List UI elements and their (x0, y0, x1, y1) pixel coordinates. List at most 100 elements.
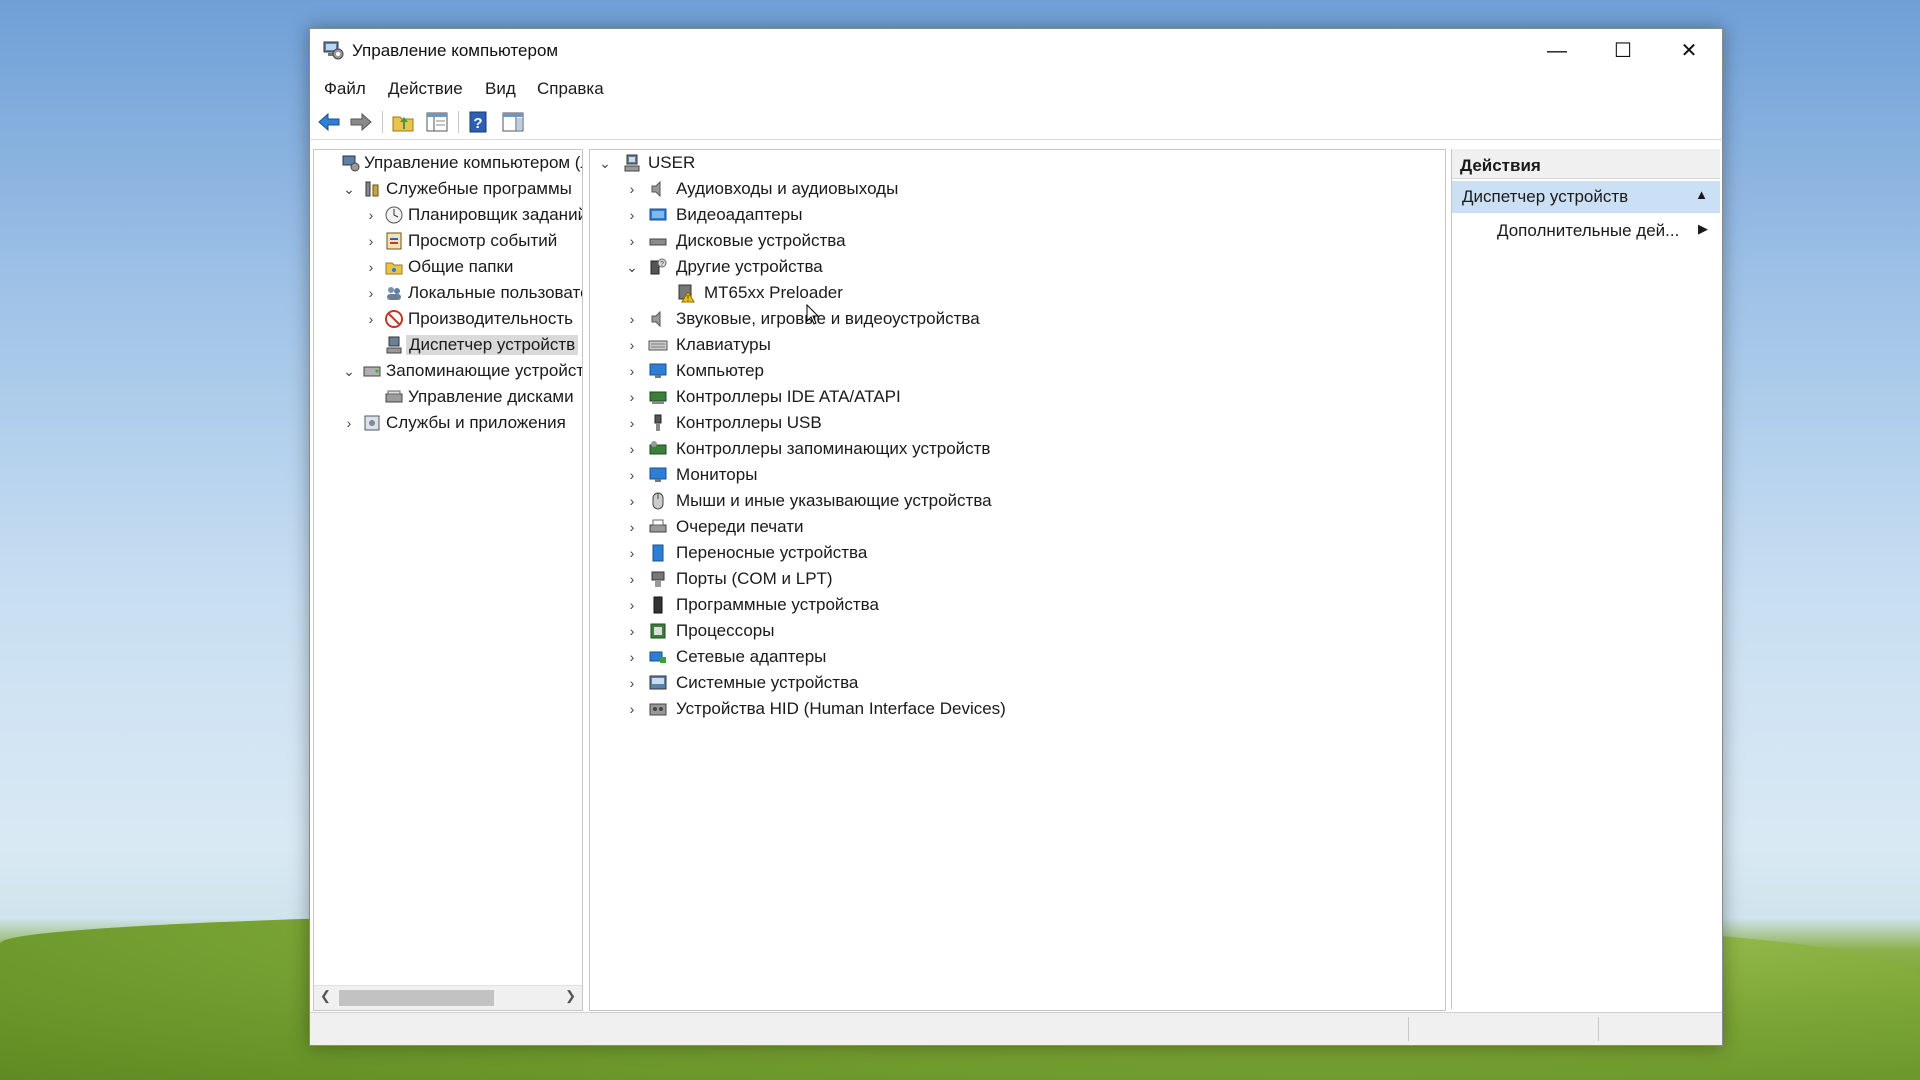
tree-item-4[interactable]: › Общие папки (314, 255, 582, 280)
chevron-right-icon[interactable]: › (623, 411, 641, 436)
shared-folder-icon (385, 262, 403, 275)
menu-action[interactable]: Действие (388, 79, 463, 99)
device-category-label: Компьютер (676, 361, 764, 380)
collapse-up-icon[interactable]: ▲ (1695, 187, 1708, 202)
chevron-right-icon[interactable]: › (362, 255, 380, 280)
tools-icon (365, 181, 379, 197)
device-category[interactable]: › Мыши и иные указывающие устройства (596, 489, 1436, 514)
scroll-right-icon[interactable]: ❯ (565, 988, 576, 1004)
device-category[interactable]: › Контроллеры запоминающих устройств (596, 437, 1436, 462)
chevron-right-icon[interactable]: › (362, 229, 380, 254)
tree-item-6[interactable]: › Производительность (314, 307, 582, 332)
tree-item-7[interactable]: Диспетчер устройств (314, 333, 582, 358)
device-category[interactable]: › Аудиовходы и аудиовыходы (596, 177, 1436, 202)
tree-item-8[interactable]: ⌄ Запоминающие устройст (314, 359, 582, 384)
chevron-right-icon[interactable]: › (623, 437, 641, 462)
menu-view[interactable]: Вид (485, 79, 516, 99)
menu-help[interactable]: Справка (537, 79, 604, 99)
tree-item-label: Службы и приложения (386, 413, 566, 432)
software-device-icon (653, 596, 663, 614)
scrollbar-thumb[interactable] (339, 990, 494, 1006)
tree-item-label: Локальные пользовате (408, 283, 583, 302)
close-button[interactable]: ✕ (1656, 29, 1722, 73)
forward-icon[interactable] (348, 109, 374, 135)
chevron-right-icon[interactable]: › (623, 541, 641, 566)
chevron-right-icon[interactable]: › (623, 645, 641, 670)
show-hide-tree-icon[interactable] (424, 109, 450, 135)
device-category[interactable]: › Контроллеры IDE ATA/ATAPI (596, 385, 1436, 410)
device-category[interactable]: › Мониторы (596, 463, 1436, 488)
help-icon[interactable]: ? (466, 109, 492, 135)
device-category[interactable]: › Контроллеры USB (596, 411, 1436, 436)
maximize-button[interactable]: ☐ (1590, 29, 1656, 73)
device-category[interactable]: › Звуковые, игровые и видеоустройства (596, 307, 1436, 332)
device-category[interactable]: › Программные устройства (596, 593, 1436, 618)
device-item[interactable]: ! MT65xx Preloader (596, 281, 1436, 306)
chevron-right-icon[interactable]: › (623, 671, 641, 696)
device-root-node[interactable]: ⌄ USER (596, 151, 1436, 176)
tree-item-3[interactable]: › Просмотр событий (314, 229, 582, 254)
device-category[interactable]: › Процессоры (596, 619, 1436, 644)
device-category[interactable]: › Очереди печати (596, 515, 1436, 540)
tree-item-5[interactable]: › Локальные пользовате (314, 281, 582, 306)
chevron-right-icon[interactable]: › (623, 515, 641, 540)
chevron-right-icon[interactable]: › (362, 307, 380, 332)
chevron-down-icon[interactable]: ⌄ (623, 255, 641, 280)
sound-icon (651, 310, 661, 328)
more-actions-item[interactable]: Дополнительные дей... ▶ (1452, 215, 1720, 245)
chevron-down-icon[interactable]: ⌄ (340, 177, 358, 202)
chevron-right-icon[interactable]: › (623, 697, 641, 722)
chevron-right-icon[interactable]: › (623, 177, 641, 202)
device-category[interactable]: ⌄? Другие устройства (596, 255, 1436, 280)
chevron-down-icon[interactable]: ⌄ (596, 151, 614, 176)
tree-item-1[interactable]: ⌄ Служебные программы (314, 177, 582, 202)
chevron-right-icon[interactable]: › (623, 203, 641, 228)
device-category[interactable]: › Дисковые устройства (596, 229, 1436, 254)
minimize-button[interactable]: — (1524, 29, 1590, 73)
chevron-right-icon[interactable]: › (623, 489, 641, 514)
chevron-right-icon[interactable]: › (623, 229, 641, 254)
horizontal-scrollbar[interactable]: ❮ ❯ (314, 985, 582, 1010)
properties-panel-icon[interactable] (500, 109, 526, 135)
users-icon (387, 287, 401, 300)
chevron-right-icon[interactable]: › (623, 619, 641, 644)
actions-section-label: Диспетчер устройств (1462, 187, 1629, 206)
usb-icon (654, 414, 662, 431)
chevron-right-icon[interactable]: › (623, 463, 641, 488)
chevron-right-icon[interactable]: › (623, 359, 641, 384)
tree-item-label: Производительность (408, 309, 574, 328)
toolbar-separator (382, 111, 383, 133)
disk-management-icon (385, 390, 403, 403)
actions-pane: Действия Диспетчер устройств ▲ Дополните… (1451, 149, 1720, 1009)
menu-file[interactable]: Файл (324, 79, 366, 99)
up-folder-icon[interactable] (390, 109, 416, 135)
tree-item-0[interactable]: Управление компьютером (л (314, 151, 582, 176)
device-category[interactable]: › Сетевые адаптеры (596, 645, 1436, 670)
chevron-right-icon[interactable]: › (623, 333, 641, 358)
chevron-right-icon[interactable]: › (623, 593, 641, 618)
chevron-down-icon[interactable]: ⌄ (340, 359, 358, 384)
chevron-right-icon[interactable]: › (362, 203, 380, 228)
chevron-right-icon[interactable]: › (623, 385, 641, 410)
device-category[interactable]: › Системные устройства (596, 671, 1436, 696)
chevron-right-icon[interactable]: › (362, 281, 380, 306)
menu-bar: Файл Действие Вид Справка (310, 73, 1722, 103)
tree-item-9[interactable]: Управление дисками (314, 385, 582, 410)
tree-item-label: Управление компьютером (л (364, 153, 583, 172)
device-category[interactable]: › Порты (COM и LPT) (596, 567, 1436, 592)
chevron-right-icon[interactable]: › (623, 307, 641, 332)
system-devices-icon (649, 675, 667, 690)
device-category[interactable]: › Устройства HID (Human Interface Devices… (596, 697, 1436, 722)
tree-item-label: Запоминающие устройст (386, 361, 583, 380)
device-category[interactable]: › Клавиатуры (596, 333, 1436, 358)
chevron-right-icon[interactable]: › (340, 411, 358, 436)
chevron-right-icon[interactable]: › (623, 567, 641, 592)
back-icon[interactable] (316, 109, 342, 135)
tree-item-2[interactable]: › Планировщик заданий (314, 203, 582, 228)
tree-item-10[interactable]: › Службы и приложения (314, 411, 582, 436)
device-category[interactable]: › Видеоадаптеры (596, 203, 1436, 228)
device-category[interactable]: › Переносные устройства (596, 541, 1436, 566)
actions-section-device-manager[interactable]: Диспетчер устройств ▲ (1452, 181, 1720, 213)
device-category[interactable]: › Компьютер (596, 359, 1436, 384)
scroll-left-icon[interactable]: ❮ (320, 988, 331, 1004)
